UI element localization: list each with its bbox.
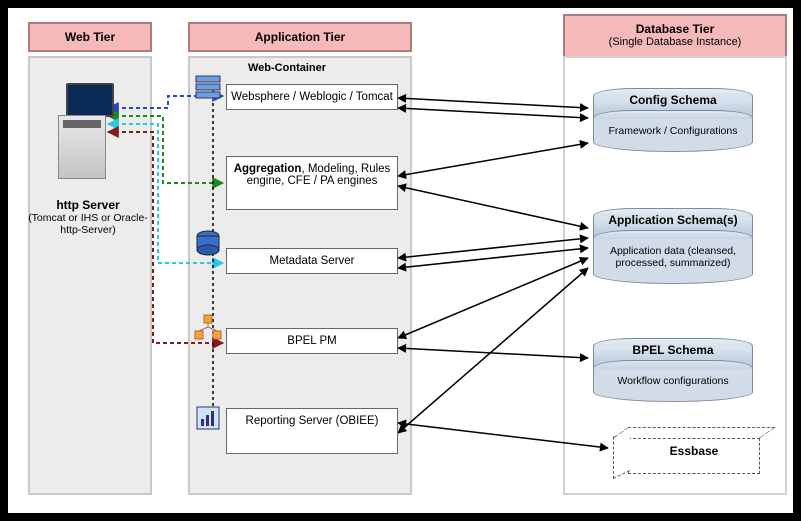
appbox-reporting: Reporting Server (OBIEE) bbox=[226, 408, 398, 454]
db-tier-subtitle: (Single Database Instance) bbox=[565, 36, 785, 49]
http-server-title: http Server bbox=[56, 198, 119, 212]
appbox-metadata: Metadata Server bbox=[226, 248, 398, 274]
app-schema-desc: Application data (cleansed, processed, s… bbox=[593, 239, 753, 284]
appbox-websphere: Websphere / Weblogic / Tomcat bbox=[226, 84, 398, 110]
cylinder-config: Config Schema Framework / Configurations bbox=[593, 88, 753, 152]
appbox-engines: Aggregation, Modeling, Rules engine, CFE… bbox=[226, 156, 398, 210]
app-schema-title: Application Schema(s) bbox=[593, 213, 753, 227]
cylinder-app: Application Schema(s) Application data (… bbox=[593, 208, 753, 284]
app-tier-header: Application Tier bbox=[188, 22, 412, 52]
web-container-label: Web-Container bbox=[248, 62, 326, 74]
config-schema-desc: Framework / Configurations bbox=[593, 119, 753, 152]
workflow-icon bbox=[193, 313, 223, 343]
http-server-sub: (Tomcat or IHS or Oracle-http-Server) bbox=[28, 212, 148, 236]
stack-icon bbox=[193, 70, 223, 100]
bpel-schema-desc: Workflow configurations bbox=[593, 369, 753, 402]
diagram-canvas: Web Tier Application Tier Database Tier … bbox=[8, 8, 793, 513]
appbox-bpel: BPEL PM bbox=[226, 328, 398, 354]
essbase-box: Essbase bbox=[628, 438, 760, 474]
db-tier-header: Database Tier (Single Database Instance) bbox=[563, 14, 787, 58]
config-schema-title: Config Schema bbox=[593, 93, 753, 107]
report-icon bbox=[193, 403, 223, 433]
server-icon bbox=[58, 83, 118, 183]
cylinder-bpel: BPEL Schema Workflow configurations bbox=[593, 338, 753, 402]
bpel-schema-title: BPEL Schema bbox=[593, 343, 753, 357]
db-icon bbox=[193, 228, 223, 258]
web-tier-header: Web Tier bbox=[28, 22, 152, 52]
essbase-label: Essbase bbox=[670, 444, 719, 458]
db-tier-title: Database Tier bbox=[636, 22, 715, 36]
http-server-label: http Server (Tomcat or IHS or Oracle-htt… bbox=[28, 198, 148, 236]
